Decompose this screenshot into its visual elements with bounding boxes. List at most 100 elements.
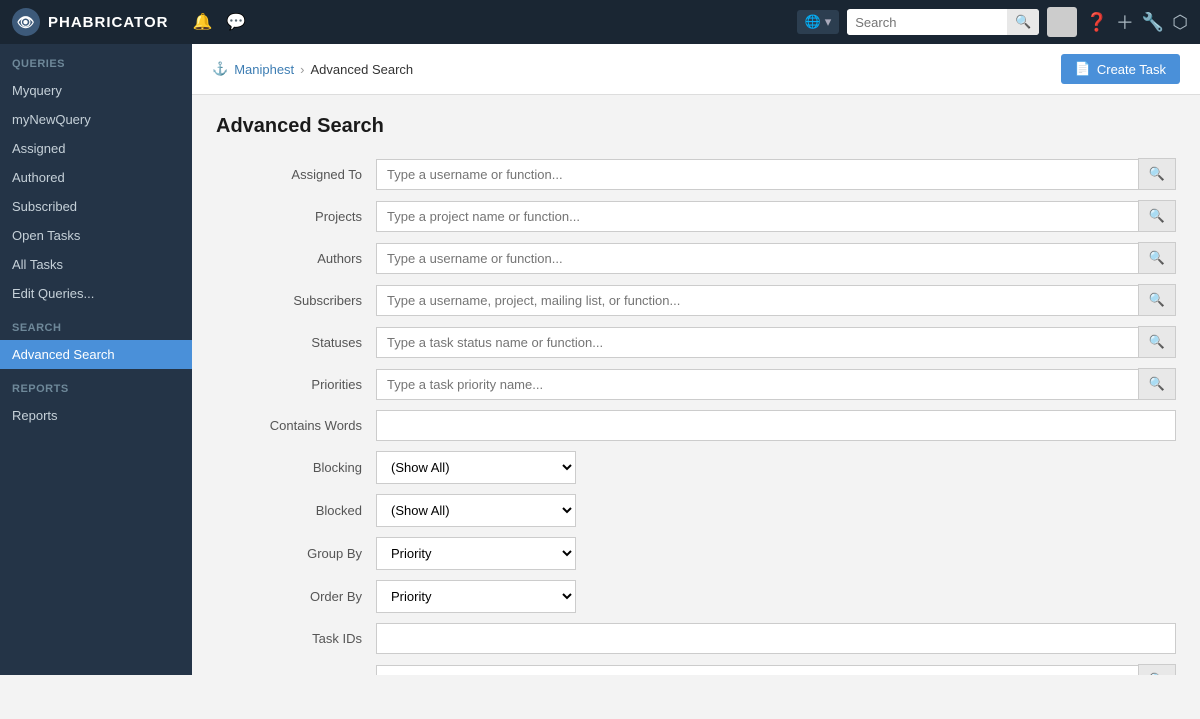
form-row-assigned-to: Assigned To 🔍 bbox=[216, 158, 1176, 190]
breadcrumb-parent-link[interactable]: Maniphest bbox=[234, 62, 294, 77]
projects-search-btn[interactable]: 🔍 bbox=[1138, 200, 1176, 232]
label-task-ids: Task IDs bbox=[216, 631, 376, 646]
control-priorities: 🔍 bbox=[376, 368, 1176, 400]
breadcrumb-anchor-icon: ⚓ bbox=[212, 61, 228, 77]
main-content: ⚓ Maniphest › Advanced Search 📄 Create T… bbox=[192, 44, 1200, 675]
sidebar-section-label-reports: REPORTS bbox=[0, 369, 192, 401]
sidebar: QUERIES Myquery myNewQuery Assigned Auth… bbox=[0, 44, 192, 675]
group-by-select[interactable]: Priority bbox=[376, 537, 576, 570]
bell-icon[interactable]: 🔔 bbox=[188, 8, 216, 36]
control-spaces: 🔍 bbox=[376, 664, 1176, 675]
control-assigned-to: 🔍 bbox=[376, 158, 1176, 190]
nav-notification-icons: 🔔 💬 bbox=[188, 8, 250, 36]
plus-icon[interactable]: ＋ bbox=[1116, 9, 1134, 35]
logo-icon: 👁 bbox=[12, 8, 40, 36]
control-statuses: 🔍 bbox=[376, 326, 1176, 358]
label-projects: Projects bbox=[216, 209, 376, 224]
control-order-by: Priority bbox=[376, 580, 1176, 613]
authors-search-btn[interactable]: 🔍 bbox=[1138, 242, 1176, 274]
advanced-search-form: Assigned To 🔍 Projects 🔍 Aut bbox=[216, 158, 1176, 675]
control-group-by: Priority bbox=[376, 537, 1176, 570]
statuses-input[interactable] bbox=[376, 327, 1138, 358]
page-title: Advanced Search bbox=[216, 115, 1176, 138]
label-statuses: Statuses bbox=[216, 335, 376, 350]
breadcrumb-current: Advanced Search bbox=[311, 62, 414, 77]
global-search: 🔍 bbox=[847, 9, 1039, 35]
form-row-spaces: Spaces 🔍 bbox=[216, 664, 1176, 675]
control-contains-words bbox=[376, 410, 1176, 441]
statuses-search-btn[interactable]: 🔍 bbox=[1138, 326, 1176, 358]
sidebar-item-myquery[interactable]: Myquery bbox=[0, 76, 192, 105]
label-blocked: Blocked bbox=[216, 503, 376, 518]
main-layout: QUERIES Myquery myNewQuery Assigned Auth… bbox=[0, 44, 1200, 675]
settings-icon[interactable]: 🔧 bbox=[1142, 12, 1164, 33]
subscribers-search-btn[interactable]: 🔍 bbox=[1138, 284, 1176, 316]
control-subscribers: 🔍 bbox=[376, 284, 1176, 316]
label-subscribers: Subscribers bbox=[216, 293, 376, 308]
create-task-button[interactable]: 📄 Create Task bbox=[1061, 54, 1180, 84]
projects-input[interactable] bbox=[376, 201, 1138, 232]
sidebar-section-label-queries: QUERIES bbox=[0, 44, 192, 76]
topnav-right-section: 🌐 ▾ 🔍 ❓ ＋ 🔧 ⬡ bbox=[797, 7, 1188, 37]
label-blocking: Blocking bbox=[216, 460, 376, 475]
label-authors: Authors bbox=[216, 251, 376, 266]
page-content: Advanced Search Assigned To 🔍 Projects bbox=[192, 95, 1200, 675]
global-search-input[interactable] bbox=[847, 10, 1007, 35]
sidebar-item-opentasks[interactable]: Open Tasks bbox=[0, 221, 192, 250]
chat-icon[interactable]: 💬 bbox=[222, 8, 250, 36]
form-row-authors: Authors 🔍 bbox=[216, 242, 1176, 274]
form-row-blocking: Blocking (Show All) bbox=[216, 451, 1176, 484]
sidebar-item-editqueries[interactable]: Edit Queries... bbox=[0, 279, 192, 308]
form-row-priorities: Priorities 🔍 bbox=[216, 368, 1176, 400]
form-row-order-by: Order By Priority bbox=[216, 580, 1176, 613]
sidebar-item-assigned[interactable]: Assigned bbox=[0, 134, 192, 163]
spaces-input[interactable] bbox=[376, 665, 1138, 676]
label-priorities: Priorities bbox=[216, 377, 376, 392]
assigned-to-input[interactable] bbox=[376, 159, 1138, 190]
breadcrumb-separator: › bbox=[300, 62, 304, 77]
form-row-statuses: Statuses 🔍 bbox=[216, 326, 1176, 358]
blocking-select[interactable]: (Show All) bbox=[376, 451, 576, 484]
spaces-search-btn[interactable]: 🔍 bbox=[1138, 664, 1176, 675]
app-logo[interactable]: 👁 PHABRICATOR bbox=[12, 8, 168, 36]
app-name: PHABRICATOR bbox=[48, 14, 168, 31]
control-authors: 🔍 bbox=[376, 242, 1176, 274]
help-icon[interactable]: ❓ bbox=[1085, 12, 1107, 33]
create-task-icon: 📄 bbox=[1075, 61, 1091, 77]
form-row-contains-words: Contains Words bbox=[216, 410, 1176, 441]
breadcrumb: ⚓ Maniphest › Advanced Search bbox=[212, 61, 413, 77]
form-row-projects: Projects 🔍 bbox=[216, 200, 1176, 232]
control-projects: 🔍 bbox=[376, 200, 1176, 232]
sidebar-section-label-search: SEARCH bbox=[0, 308, 192, 340]
form-row-subscribers: Subscribers 🔍 bbox=[216, 284, 1176, 316]
form-row-group-by: Group By Priority bbox=[216, 537, 1176, 570]
authors-input[interactable] bbox=[376, 243, 1138, 274]
sidebar-item-advancedsearch[interactable]: Advanced Search bbox=[0, 340, 192, 369]
sidebar-section-search: SEARCH Advanced Search bbox=[0, 308, 192, 369]
avatar[interactable] bbox=[1047, 7, 1077, 37]
form-row-task-ids: Task IDs bbox=[216, 623, 1176, 654]
order-by-select[interactable]: Priority bbox=[376, 580, 576, 613]
global-search-button[interactable]: 🔍 bbox=[1007, 9, 1039, 35]
sidebar-section-reports: REPORTS Reports bbox=[0, 369, 192, 430]
contains-words-input[interactable] bbox=[376, 410, 1176, 441]
breadcrumb-bar: ⚓ Maniphest › Advanced Search 📄 Create T… bbox=[192, 44, 1200, 95]
sidebar-item-authored[interactable]: Authored bbox=[0, 163, 192, 192]
sidebar-item-mynewquery[interactable]: myNewQuery bbox=[0, 105, 192, 134]
priorities-input[interactable] bbox=[376, 369, 1138, 400]
label-assigned-to: Assigned To bbox=[216, 167, 376, 182]
subscribers-input[interactable] bbox=[376, 285, 1138, 316]
label-group-by: Group By bbox=[216, 546, 376, 561]
assigned-to-search-btn[interactable]: 🔍 bbox=[1138, 158, 1176, 190]
sidebar-item-reports[interactable]: Reports bbox=[0, 401, 192, 430]
language-button[interactable]: 🌐 ▾ bbox=[797, 10, 840, 34]
blocked-select[interactable]: (Show All) bbox=[376, 494, 576, 527]
label-order-by: Order By bbox=[216, 589, 376, 604]
sidebar-item-subscribed[interactable]: Subscribed bbox=[0, 192, 192, 221]
label-contains-words: Contains Words bbox=[216, 418, 376, 433]
sidebar-section-queries: QUERIES Myquery myNewQuery Assigned Auth… bbox=[0, 44, 192, 308]
task-ids-input[interactable] bbox=[376, 623, 1176, 654]
sidebar-item-alltasks[interactable]: All Tasks bbox=[0, 250, 192, 279]
priorities-search-btn[interactable]: 🔍 bbox=[1138, 368, 1176, 400]
power-icon[interactable]: ⬡ bbox=[1172, 12, 1188, 33]
